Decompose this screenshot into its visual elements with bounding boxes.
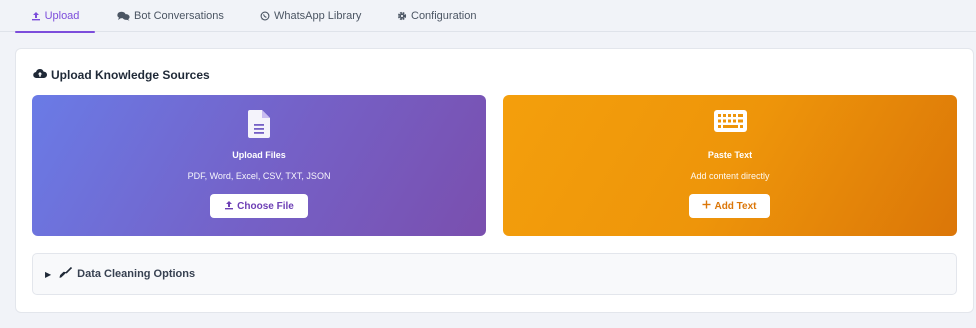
whatsapp-icon (260, 11, 270, 21)
add-text-label: Add Text (714, 200, 757, 212)
comments-icon (117, 11, 130, 21)
upload-files-title: Upload Files (232, 150, 286, 160)
card-title: Upload Knowledge Sources (33, 68, 210, 82)
keyboard-icon (503, 110, 957, 132)
add-text-button[interactable]: Add Text (689, 194, 770, 218)
cloud-upload-icon (33, 68, 48, 82)
tab-label: Configuration (411, 10, 477, 22)
paste-text-subtitle: Add content directly (690, 171, 770, 181)
tab-bar: Upload Bot Conversations WhatsApp Librar… (0, 0, 976, 33)
caret-right-icon: ▶ (45, 269, 52, 279)
tab-whatsapp-library[interactable]: WhatsApp Library (260, 0, 361, 32)
paste-text-title: Paste Text (707, 150, 753, 160)
file-icon (32, 110, 486, 138)
broom-icon (59, 266, 73, 281)
upload-icon (31, 11, 41, 21)
upload-icon (224, 200, 234, 213)
choose-file-button[interactable]: Choose File (210, 194, 308, 218)
gear-icon (397, 11, 407, 21)
tab-configuration[interactable]: Configuration (397, 0, 476, 32)
upload-files-subtitle: PDF, Word, Excel, CSV, TXT, JSON (187, 171, 331, 181)
tab-label: WhatsApp Library (274, 10, 362, 22)
tab-label: Upload (44, 10, 80, 22)
paste-text-tile[interactable]: Paste Text Add content directly Add Text (503, 95, 957, 236)
plus-icon (702, 200, 711, 212)
tab-upload[interactable]: Upload (15, 0, 95, 33)
upload-card: Upload Knowledge Sources Upload Files PD… (15, 48, 974, 313)
tab-label: Bot Conversations (134, 10, 224, 22)
card-title-text: Upload Knowledge Sources (51, 68, 210, 82)
tab-bot-conversations[interactable]: Bot Conversations (117, 0, 224, 32)
upload-files-tile[interactable]: Upload Files PDF, Word, Excel, CSV, TXT,… (32, 95, 486, 236)
data-cleaning-accordion[interactable]: ▶ Data Cleaning Options (32, 253, 957, 295)
choose-file-label: Choose File (237, 200, 294, 212)
data-cleaning-label: Data Cleaning Options (77, 268, 196, 280)
